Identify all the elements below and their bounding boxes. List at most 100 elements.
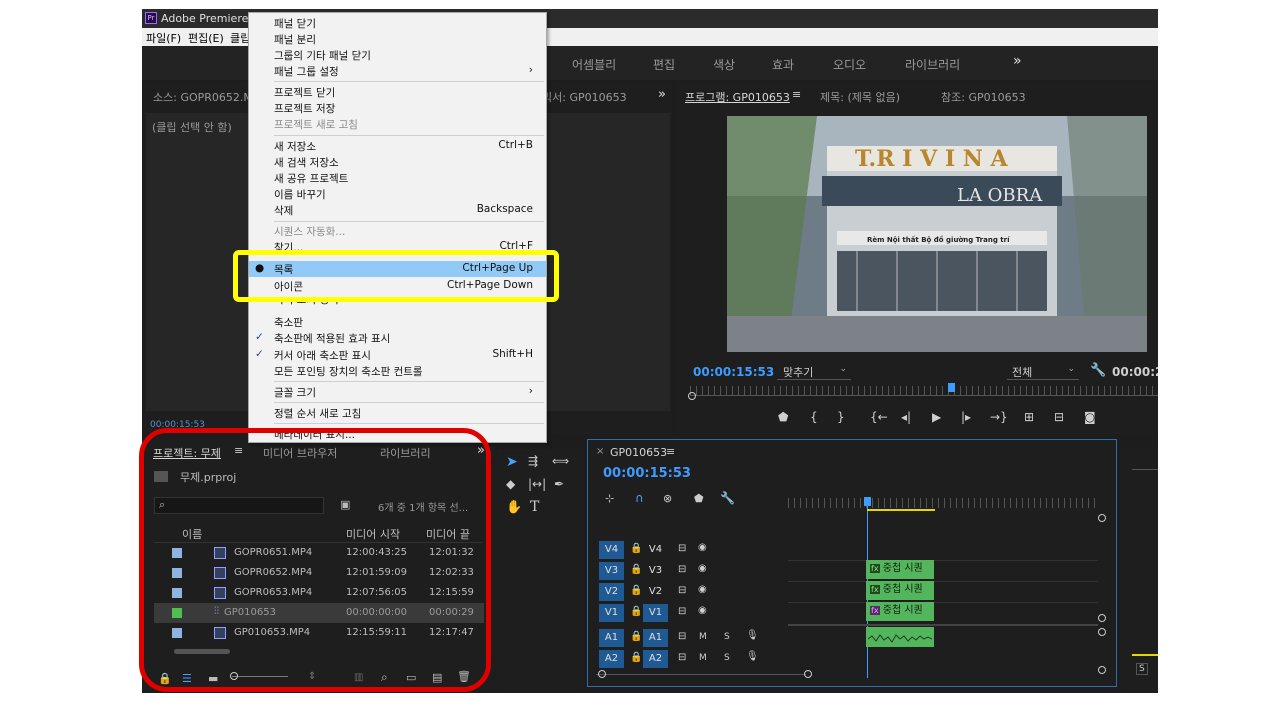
timeline-settings-icon[interactable]: 🔧 [720, 491, 735, 505]
sync-lock-icon[interactable]: ⊟ [678, 585, 686, 596]
source-more-icon[interactable]: » [658, 87, 666, 102]
timeline-timecode[interactable]: 00:00:15:53 [603, 466, 691, 481]
lock-icon[interactable]: 🔒 [630, 652, 642, 663]
menu-item-undock-panel[interactable]: 패널 분리 [249, 31, 546, 47]
mark-in-icon[interactable]: { [810, 410, 818, 424]
snap-icon[interactable]: ∩ [635, 491, 644, 505]
solo-button[interactable]: S [724, 632, 730, 642]
eye-icon[interactable]: ◉ [698, 584, 707, 595]
lock-icon[interactable]: 🔒 [630, 585, 642, 596]
tab-program[interactable]: 프로그램: GP010653 [685, 89, 790, 105]
menu-item-save-project[interactable]: 프로젝트 저장 [249, 100, 546, 116]
timeline-menu-icon[interactable]: ≡ [666, 445, 675, 458]
menu-item-new-shared-project[interactable]: 새 공유 프로젝트 [249, 170, 546, 186]
menu-item-font-size[interactable]: 글꼴 크기 › [249, 384, 546, 400]
add-marker-icon[interactable]: ⬟ [694, 492, 704, 505]
zoom-handle[interactable] [688, 392, 696, 400]
sync-lock-icon[interactable]: ⊟ [678, 631, 686, 642]
menu-item-delete[interactable]: 삭제 Backspace [249, 202, 546, 218]
menu-item-refresh-sort[interactable]: 정렬 순서 새로 고침 [249, 405, 546, 421]
menu-item-close-panel[interactable]: 패널 닫기 [249, 15, 546, 31]
menu-item-new-bin[interactable]: 새 저장소 Ctrl+B [249, 138, 546, 154]
fit-dropdown[interactable]: 맞추기 ⌄ [777, 363, 851, 380]
vscroll-handle[interactable] [1098, 666, 1106, 674]
camera-icon[interactable]: ◙ [1084, 410, 1096, 424]
timeline-audio-clip-a1[interactable] [866, 627, 934, 647]
timeline-clip-v2[interactable]: fx 중첩 시퀀 [866, 581, 934, 600]
mute-button[interactable]: M [699, 653, 707, 663]
menu-item-panel-group-settings[interactable]: 패널 그룹 설정 › [249, 63, 546, 79]
tab-audio-mixer[interactable]: 믹서: GP010653 [542, 89, 627, 105]
track-target-v2[interactable]: V2 [643, 583, 668, 601]
menu-edit[interactable]: 편집(E) [188, 30, 224, 46]
track-target-a1[interactable]: A1 [643, 629, 668, 647]
resolution-dropdown[interactable]: 전체 ⌄ [1007, 363, 1079, 380]
menu-item-hover-scrub[interactable]: ✓ 커서 아래 축소판 표시 Shift+H [249, 347, 546, 363]
type-tool-icon[interactable]: T [530, 499, 539, 515]
solo-button[interactable]: S [724, 653, 730, 663]
track-target-v4[interactable]: V4 [643, 541, 668, 559]
timeline-scrollbar[interactable] [596, 674, 806, 675]
workspace-edit[interactable]: 편집 [653, 56, 675, 73]
program-menu-icon[interactable]: ≡ [792, 88, 801, 101]
timeline-clip-v1[interactable]: fx 중첩 시퀀 [866, 602, 934, 621]
lock-icon[interactable]: 🔒 [630, 564, 642, 575]
step-back-icon[interactable]: ◂| [901, 410, 911, 424]
solo-meter-button[interactable]: S [1136, 663, 1148, 675]
source-patch-v4[interactable]: V4 [599, 541, 624, 559]
microphone-icon[interactable]: 🎙 [746, 651, 759, 662]
source-patch-v1[interactable]: V1 [599, 604, 624, 622]
eye-icon[interactable]: ◉ [698, 605, 707, 616]
menu-item-close-project[interactable]: 프로젝트 닫기 [249, 84, 546, 100]
razor-tool-icon[interactable]: ◆ [506, 477, 515, 491]
vscroll-handle[interactable] [1098, 614, 1106, 622]
work-area-bar[interactable] [867, 509, 935, 511]
go-to-in-icon[interactable]: {← [870, 410, 888, 424]
sync-lock-icon[interactable]: ⊟ [678, 606, 686, 617]
source-patch-a2[interactable]: A2 [599, 650, 624, 668]
source-patch-a1[interactable]: A1 [599, 629, 624, 647]
scroll-handle[interactable] [804, 670, 812, 678]
program-time-ruler[interactable] [690, 386, 1158, 396]
tab-reference[interactable]: 참조: GP010653 [941, 89, 1026, 105]
workspace-effects[interactable]: 효과 [772, 56, 794, 73]
mark-out-icon[interactable]: } [837, 410, 845, 424]
menu-item-rename[interactable]: 이름 바꾸기 [249, 186, 546, 202]
track-target-a2[interactable]: A2 [643, 650, 668, 668]
lock-icon[interactable]: 🔒 [630, 543, 642, 554]
slip-tool-icon[interactable]: |↔| [528, 477, 546, 491]
microphone-icon[interactable]: 🎙 [746, 630, 759, 641]
menu-file[interactable]: 파일(F) [146, 30, 181, 46]
sync-lock-icon[interactable]: ⊟ [678, 543, 686, 554]
menu-item-show-effects-on-thumbnails[interactable]: ✓ 축소판에 적용된 효과 표시 [249, 330, 546, 346]
eye-icon[interactable]: ◉ [698, 542, 707, 553]
vscroll-handle[interactable] [1098, 514, 1106, 522]
nest-icon[interactable]: ⊹ [605, 492, 614, 505]
step-forward-icon[interactable]: |▸ [961, 410, 971, 424]
marker-icon[interactable]: ⬟ [778, 410, 788, 424]
program-playhead[interactable] [948, 383, 955, 392]
track-target-v1[interactable]: V1 [643, 604, 668, 622]
sync-lock-icon[interactable]: ⊟ [678, 564, 686, 575]
menu-item-thumbnail-controls[interactable]: 모든 포인팅 장치의 축소판 컨트롤 [249, 363, 546, 379]
timeline-clip-v3[interactable]: fx 중첩 시퀀 [866, 560, 934, 579]
menu-item-thumbnails[interactable]: 축소판 [249, 314, 546, 330]
timeline-playhead-handle[interactable] [864, 497, 871, 506]
timeline-ruler[interactable] [788, 498, 1098, 508]
workspace-libraries[interactable]: 라이브러리 [905, 56, 960, 73]
scroll-handle[interactable] [598, 670, 606, 678]
source-patch-v2[interactable]: V2 [599, 583, 624, 601]
lock-icon[interactable]: 🔒 [630, 606, 642, 617]
source-patch-v3[interactable]: V3 [599, 562, 624, 580]
pen-tool-icon[interactable]: ✒ [554, 477, 564, 491]
mute-button[interactable]: M [699, 632, 707, 642]
close-icon[interactable]: × [596, 446, 604, 457]
workspace-color[interactable]: 색상 [713, 56, 735, 73]
track-select-tool-icon[interactable]: ⇶ [528, 454, 538, 468]
sync-lock-icon[interactable]: ⊟ [678, 652, 686, 663]
go-to-out-icon[interactable]: →} [990, 410, 1008, 424]
ripple-edit-tool-icon[interactable]: ⟺ [552, 454, 569, 468]
lift-icon[interactable]: ⊞ [1024, 410, 1034, 424]
track-target-v3[interactable]: V3 [643, 562, 668, 580]
play-icon[interactable]: ▶ [932, 410, 941, 424]
